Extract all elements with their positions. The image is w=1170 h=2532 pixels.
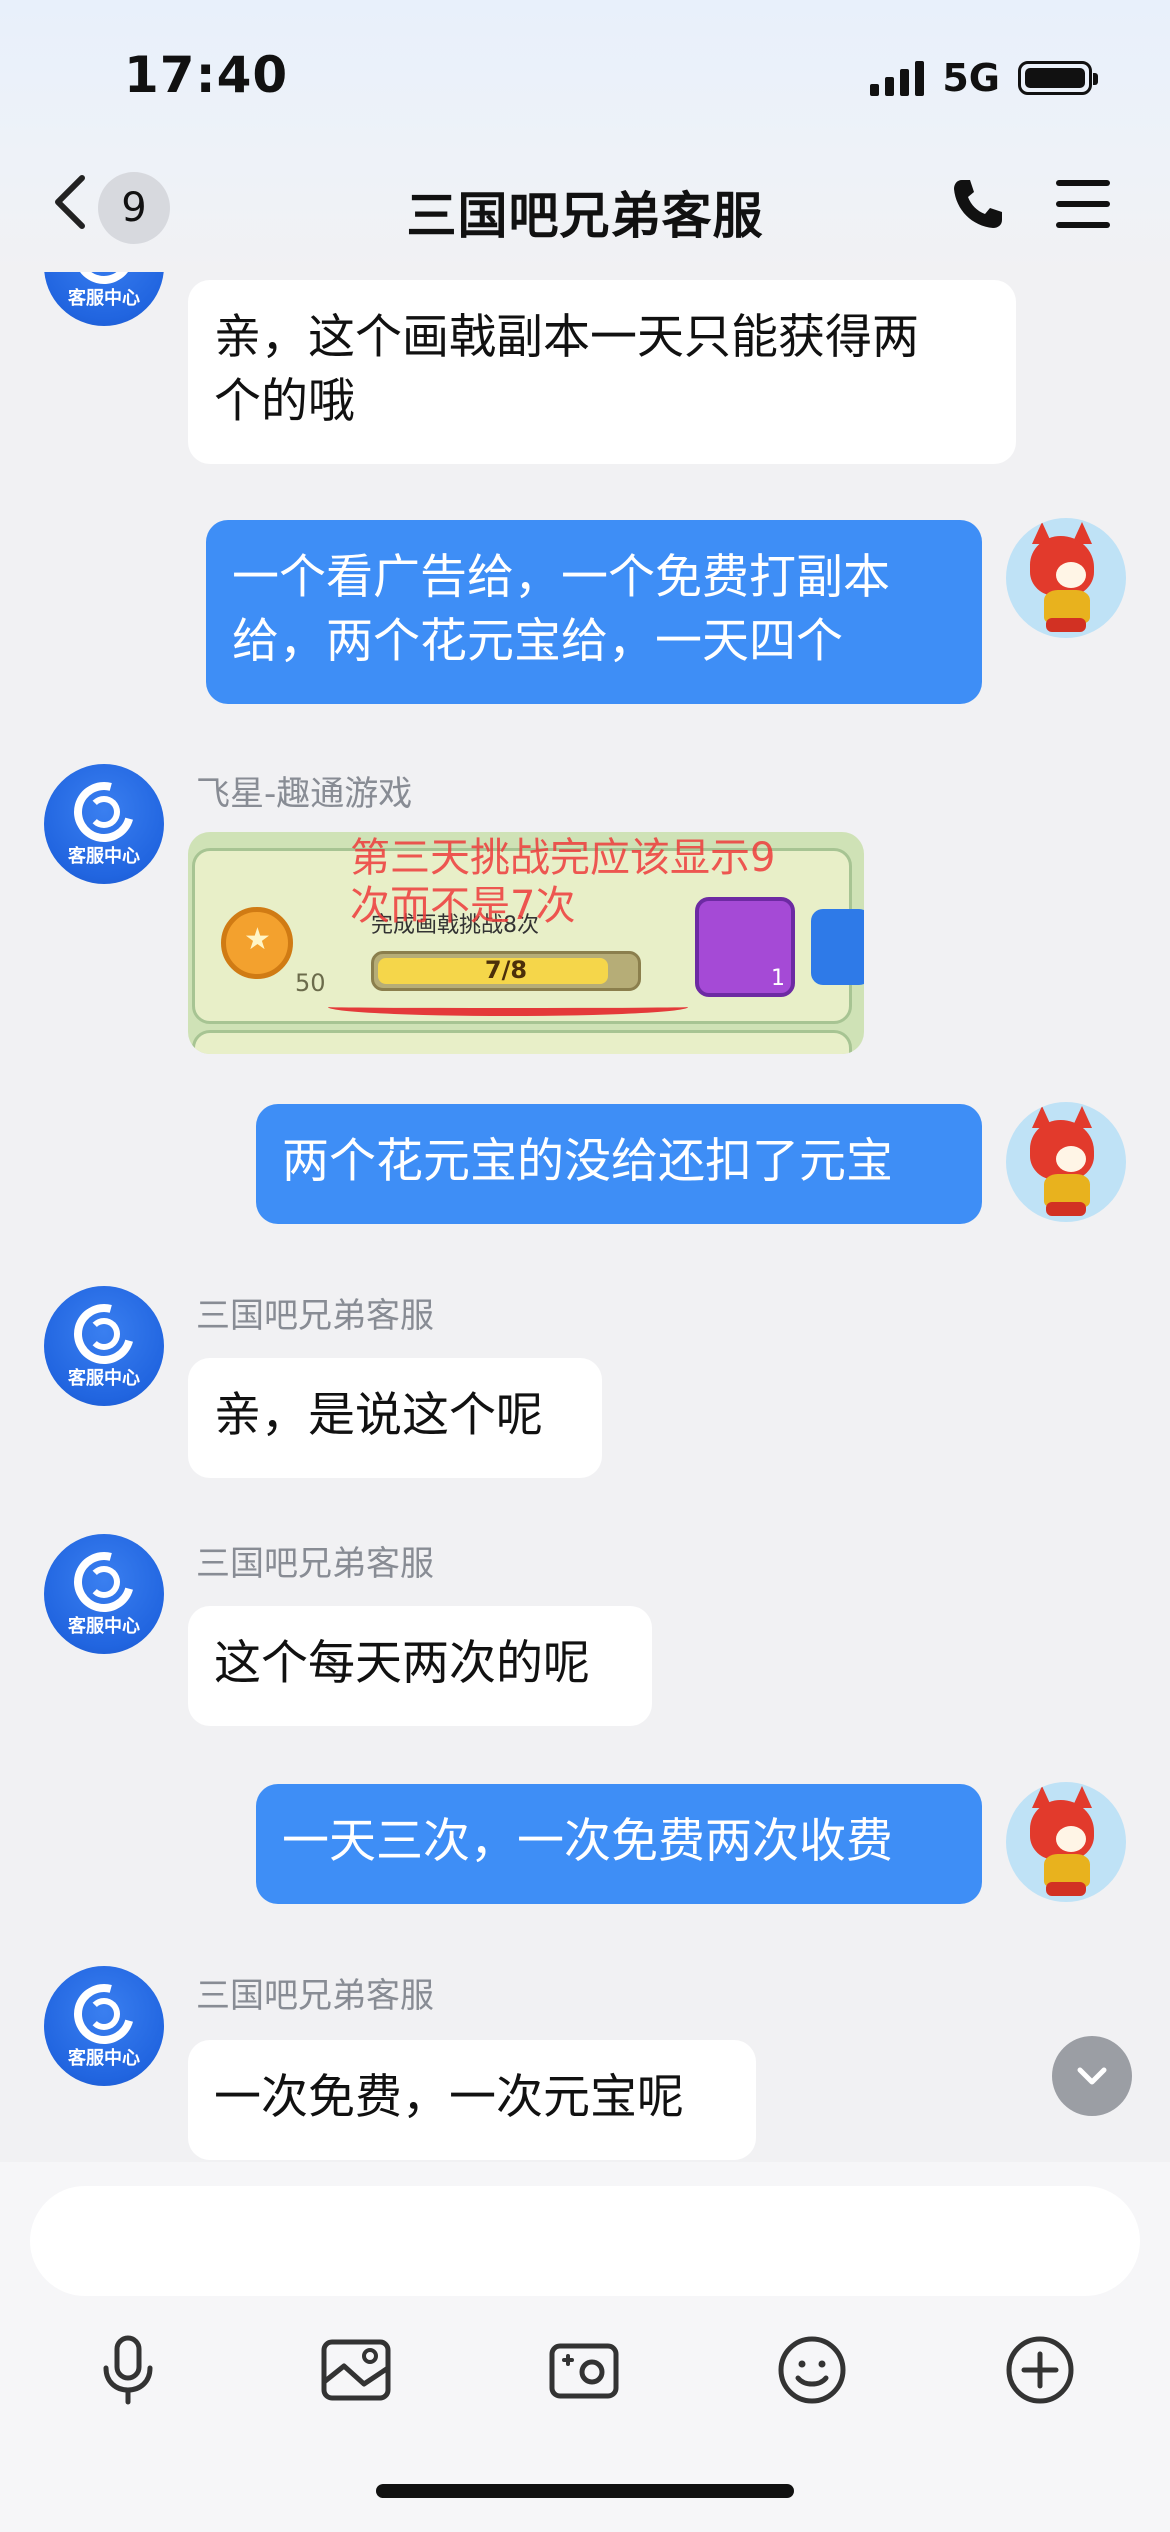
avatar-label: 客服中心 — [68, 1616, 140, 1637]
sender-name: 飞星-趣通游戏 — [196, 774, 413, 814]
message-text: 这个每天两次的呢 — [214, 1636, 590, 1691]
image-icon — [321, 2339, 391, 2401]
home-indicator[interactable] — [376, 2484, 794, 2498]
sender-name: 三国吧兄弟客服 — [196, 1544, 434, 1584]
message-bubble-outgoing[interactable]: 一天三次，一次免费两次收费 — [256, 1784, 982, 1904]
user-avatar[interactable] — [1006, 1102, 1126, 1222]
avatar-label: 客服中心 — [68, 1368, 140, 1389]
sender-name: 三国吧兄弟客服 — [196, 1296, 434, 1336]
message-bubble-incoming[interactable]: 这个每天两次的呢 — [188, 1606, 652, 1726]
cs-avatar[interactable]: 客服中心 — [44, 1286, 164, 1406]
emoji-button[interactable] — [764, 2322, 860, 2418]
user-avatar[interactable] — [1006, 1782, 1126, 1902]
task-progress-bar: 7/8 — [371, 951, 641, 991]
voice-button[interactable] — [80, 2322, 176, 2418]
avatar-label: 客服中心 — [68, 288, 140, 309]
microphone-icon — [103, 2335, 153, 2405]
more-button[interactable] — [992, 2322, 1088, 2418]
avatar-label: 客服中心 — [68, 2048, 140, 2069]
message-bubble-incoming[interactable]: 一次免费，一次元宝呢 — [188, 2040, 756, 2160]
signal-icon — [870, 60, 925, 96]
image-button[interactable] — [308, 2322, 404, 2418]
game-task-panel-next — [192, 1030, 852, 1054]
medal-icon: ★ — [221, 907, 293, 979]
message-bubble-outgoing[interactable]: 两个花元宝的没给还扣了元宝 — [256, 1104, 982, 1224]
message-bubble-incoming[interactable]: 亲，这个画戟副本一天只能获得两 个的哦 — [188, 280, 1016, 464]
phone-icon[interactable] — [950, 176, 1006, 232]
message-text: 两个花元宝的没给还扣了元宝 — [282, 1134, 893, 1189]
cs-avatar[interactable]: 客服中心 — [44, 1966, 164, 2086]
message-text: 个的哦 — [214, 374, 355, 429]
top-bar: 17:40 5G 9 三国吧兄弟客服 — [0, 0, 1170, 272]
network-type: 5G — [942, 56, 1000, 100]
message-bubble-outgoing[interactable]: 一个看广告给，一个免费打副本 给，两个花元宝给，一天四个 — [206, 520, 982, 704]
reward-item-icon — [811, 909, 864, 985]
user-avatar[interactable] — [1006, 518, 1126, 638]
message-text: 亲，这个画戟副本一天只能获得两 — [214, 310, 919, 365]
message-bubble-incoming[interactable]: 亲，是说这个呢 — [188, 1358, 602, 1478]
medal-value: 50 — [295, 969, 326, 997]
message-text: 一个看广告给，一个免费打副本 — [232, 550, 890, 605]
menu-icon[interactable] — [1056, 180, 1110, 228]
status-time: 17:40 — [124, 46, 289, 104]
composer-area — [0, 2162, 1170, 2532]
annotation-text: 第三天挑战完应该显示9 次而不是7次 — [350, 835, 776, 929]
plus-icon — [1006, 2336, 1074, 2404]
battery-icon — [1018, 61, 1098, 95]
sender-name: 三国吧兄弟客服 — [196, 1976, 434, 2016]
emoji-icon — [778, 2336, 846, 2404]
camera-button[interactable] — [536, 2322, 632, 2418]
chevron-down-icon — [1077, 2067, 1107, 2085]
message-text: 一天三次，一次免费两次收费 — [282, 1814, 893, 1869]
cs-avatar[interactable]: 客服中心 — [44, 1534, 164, 1654]
avatar-label: 客服中心 — [68, 846, 140, 867]
message-text: 亲，是说这个呢 — [214, 1388, 543, 1443]
item-count: 1 — [771, 966, 785, 991]
message-text: 一次免费，一次元宝呢 — [214, 2070, 684, 2125]
cs-avatar[interactable]: 客服中心 — [44, 764, 164, 884]
message-text: 给，两个花元宝给，一天四个 — [232, 614, 843, 669]
task-progress-text: 7/8 — [484, 956, 528, 984]
camera-icon — [549, 2343, 619, 2399]
scroll-to-bottom-button[interactable] — [1052, 2036, 1132, 2116]
message-image[interactable]: ★ 50 完成画戟挑战8次 7/8 1 第三天挑战完应该显示9 次而不是7次 — [188, 832, 864, 1054]
annotation-underline — [328, 998, 688, 1016]
message-input[interactable] — [30, 2186, 1140, 2296]
status-icons: 5G — [870, 56, 1098, 100]
